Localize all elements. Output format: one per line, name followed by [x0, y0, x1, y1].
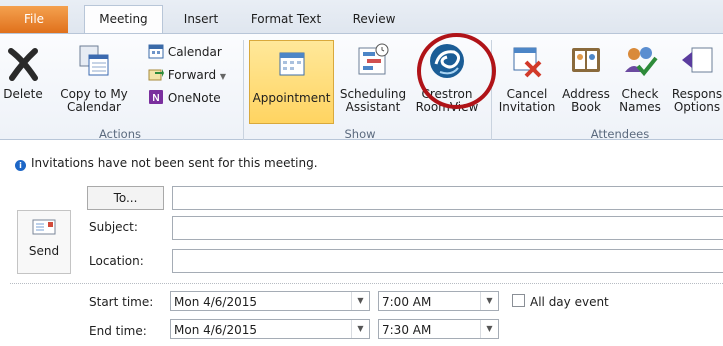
location-label: Location:	[89, 254, 144, 268]
appointment-calendar-icon	[279, 52, 304, 76]
tab-file[interactable]: File	[0, 6, 68, 33]
appointment-button[interactable]: Appointment	[249, 40, 334, 124]
scheduling-label-line2: Assistant	[345, 100, 401, 114]
show-group-label: Show	[344, 127, 376, 141]
highlight-circle	[417, 33, 496, 109]
actions-group-label: Actions	[98, 127, 141, 141]
address-label-line2: Book	[571, 100, 601, 114]
forward-label: Forward	[167, 68, 217, 82]
end-time-label: End time:	[89, 324, 147, 338]
ribbon-tab-bar: File Meeting Insert Format Text Review	[0, 0, 723, 35]
cancel-invitation-icon	[513, 47, 542, 78]
chevron-down-icon[interactable]: ▼	[480, 320, 498, 338]
end-date-select[interactable]: Mon 4/6/2015 ▼	[170, 319, 370, 339]
tab-insert[interactable]: Insert	[172, 6, 230, 33]
end-time-value: 7:30 AM	[382, 323, 432, 337]
check-names-icon	[625, 47, 658, 77]
scheduling-assistant-button[interactable]: Scheduling Assistant	[336, 42, 410, 114]
address-book-icon	[572, 48, 600, 72]
start-time-select[interactable]: 7:00 AM ▼	[378, 291, 499, 311]
copy-calendar-icon	[79, 45, 109, 76]
tab-meeting[interactable]: Meeting	[84, 5, 163, 35]
check-label-line2: Names	[619, 100, 661, 114]
info-text: Invitations have not been sent for this …	[31, 156, 318, 170]
scheduling-assistant-icon	[358, 43, 389, 75]
onenote-icon: N	[149, 90, 163, 104]
subject-label: Subject:	[89, 220, 138, 234]
tab-format-text[interactable]: Format Text	[241, 6, 331, 33]
start-date-select[interactable]: Mon 4/6/2015 ▼	[170, 291, 370, 311]
end-time-select[interactable]: 7:30 AM ▼	[378, 319, 499, 339]
delete-x-icon	[8, 48, 38, 81]
cancel-invitation-button[interactable]: Cancel Invitation	[494, 42, 560, 114]
copy-label-line2: Calendar	[67, 100, 121, 114]
all-day-label: All day event	[530, 295, 609, 309]
start-time-value: 7:00 AM	[382, 295, 432, 309]
cancel-label-line2: Invitation	[498, 100, 556, 114]
copy-to-my-calendar-button[interactable]: Copy to My Calendar	[46, 42, 142, 114]
onenote-label: OneNote	[167, 91, 221, 105]
response-options-button[interactable]: Respons Options	[667, 42, 723, 114]
response-options-icon	[682, 47, 713, 73]
svg-text:N: N	[152, 93, 159, 104]
all-day-checkbox[interactable]	[512, 294, 525, 307]
start-date-value: Mon 4/6/2015	[174, 295, 258, 309]
location-field[interactable]	[172, 249, 723, 273]
section-divider	[10, 283, 723, 284]
chevron-down-icon[interactable]: ▼	[351, 292, 369, 310]
to-field[interactable]	[172, 186, 723, 210]
chevron-down-icon[interactable]: ▼	[480, 292, 498, 310]
delete-button[interactable]: Delete	[2, 46, 44, 101]
send-label: Send	[28, 244, 60, 258]
start-time-label: Start time:	[89, 295, 154, 309]
attendees-group-label: Attendees	[590, 127, 650, 141]
forward-button[interactable]: Forward ▼	[148, 65, 226, 85]
check-names-button[interactable]: Check Names	[614, 42, 666, 114]
group-divider	[243, 40, 244, 140]
forward-icon	[148, 69, 164, 81]
delete-label: Delete	[3, 87, 43, 101]
tab-review[interactable]: Review	[344, 6, 404, 33]
ribbon: Delete Copy to My Calendar Calendar Forw…	[0, 33, 723, 141]
end-date-value: Mon 4/6/2015	[174, 323, 258, 337]
calendar-button[interactable]: Calendar	[148, 42, 222, 62]
calendar-label: Calendar	[167, 45, 222, 59]
forward-dropdown-icon[interactable]: ▼	[220, 72, 226, 81]
send-button[interactable]: Send	[17, 210, 71, 274]
address-book-button[interactable]: Address Book	[560, 42, 612, 114]
subject-field[interactable]	[172, 216, 723, 240]
onenote-button[interactable]: N OneNote	[148, 88, 221, 108]
chevron-down-icon[interactable]: ▼	[351, 320, 369, 338]
info-bar: i Invitations have not been sent for this…	[15, 156, 318, 171]
envelope-send-icon	[32, 219, 56, 235]
to-button[interactable]: To...	[87, 186, 164, 210]
info-icon: i	[15, 160, 26, 171]
respons-label-line2: Options	[673, 100, 721, 114]
calendar-icon	[148, 44, 164, 59]
appointment-label: Appointment	[252, 91, 331, 105]
